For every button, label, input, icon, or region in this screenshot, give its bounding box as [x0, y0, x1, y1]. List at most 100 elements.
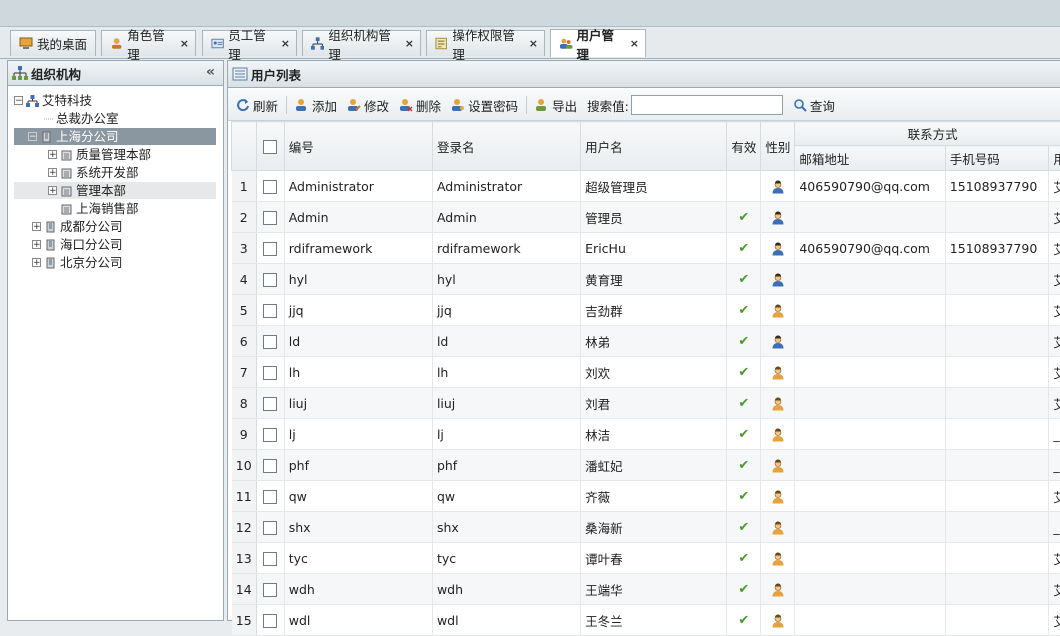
row-select-cell	[256, 574, 284, 605]
tree-toggle-icon[interactable]: −	[14, 96, 23, 105]
export-button[interactable]: 导出	[535, 96, 577, 115]
tree-toggle-icon[interactable]: +	[32, 258, 41, 267]
table-row[interactable]: 11qwqw齐薇✔艾	[232, 481, 1060, 512]
column-header-valid[interactable]: 有效	[727, 122, 761, 171]
table-row[interactable]: 5jjqjjq吉劲群✔艾	[232, 295, 1060, 326]
close-icon[interactable]: ×	[529, 37, 538, 50]
tree-node-chengdu-branch[interactable]: + 成都分公司	[32, 218, 123, 235]
row-checkbox[interactable]	[263, 552, 277, 566]
tree-toggle-icon[interactable]: +	[48, 168, 57, 177]
cell-code: hyl	[284, 264, 432, 295]
tree-node-root[interactable]: − 艾特科技	[14, 92, 92, 109]
tree-toggle-icon[interactable]: +	[48, 186, 57, 195]
delete-user-button[interactable]: 删除	[399, 96, 441, 115]
search-input[interactable]	[631, 95, 783, 115]
cell-login: phf	[432, 450, 580, 481]
cell-valid: ✔	[727, 326, 761, 357]
add-user-button[interactable]: 添加	[295, 96, 337, 115]
tree-node-beijing-branch[interactable]: + 北京分公司	[32, 254, 123, 271]
table-row[interactable]: 13tyctyc谭叶春✔艾	[232, 543, 1060, 574]
tree-toggle-icon[interactable]: +	[32, 222, 41, 231]
close-icon[interactable]: ×	[281, 37, 290, 50]
tree-node-label: 管理本部	[76, 182, 126, 199]
tab-org-management[interactable]: 组织机构管理 ×	[302, 30, 421, 56]
query-button[interactable]: 查询	[793, 96, 835, 115]
male-user-icon	[771, 211, 785, 225]
tree-node-dev-dept[interactable]: + 系统开发部	[48, 164, 139, 181]
row-checkbox[interactable]	[263, 521, 277, 535]
row-checkbox[interactable]	[263, 242, 277, 256]
row-checkbox[interactable]	[263, 180, 277, 194]
search-icon	[793, 98, 807, 112]
row-checkbox[interactable]	[263, 583, 277, 597]
table-row[interactable]: 7lhlh刘欢✔艾	[232, 357, 1060, 388]
table-row[interactable]: 12shxshx桑海新✔_	[232, 512, 1060, 543]
tree-toggle-icon[interactable]: +	[48, 150, 57, 159]
row-checkbox[interactable]	[263, 614, 277, 628]
tree-node-label: 上海分公司	[56, 128, 119, 145]
cell-gender	[761, 543, 795, 574]
tab-role-management[interactable]: 角色管理 ×	[101, 30, 196, 56]
row-checkbox[interactable]	[263, 428, 277, 442]
table-row[interactable]: 2AdminAdmin管理员✔艾	[232, 202, 1060, 233]
edit-user-button[interactable]: 修改	[347, 96, 389, 115]
tree-node-management-dept[interactable]: + 管理本部	[14, 182, 216, 199]
column-header-gender[interactable]: 性别	[761, 122, 795, 171]
row-checkbox[interactable]	[263, 211, 277, 225]
column-header-extra[interactable]: 用	[1049, 146, 1060, 171]
row-checkbox[interactable]	[263, 459, 277, 473]
table-row[interactable]: 4hylhyl黄育理✔艾	[232, 264, 1060, 295]
close-icon[interactable]: ×	[630, 37, 639, 50]
table-row[interactable]: 6ldld林弟✔艾	[232, 326, 1060, 357]
row-checkbox[interactable]	[263, 304, 277, 318]
tab-staff-management[interactable]: 员工管理 ×	[202, 30, 297, 56]
table-row[interactable]: 1AdministratorAdministrator超级管理员40659079…	[232, 171, 1060, 202]
close-icon[interactable]: ×	[180, 37, 189, 50]
tree-toggle-icon[interactable]: −	[28, 132, 37, 141]
building-icon	[44, 221, 57, 233]
close-icon[interactable]: ×	[405, 37, 414, 50]
tree-node-haikou-branch[interactable]: + 海口分公司	[32, 236, 123, 253]
collapse-icon[interactable]: «	[206, 64, 215, 80]
tree-node-quality-dept[interactable]: + 质量管理本部	[48, 146, 151, 163]
tree-toggle-icon[interactable]: +	[32, 240, 41, 249]
cell-extra: 艾	[1049, 171, 1060, 202]
column-header-mobile[interactable]: 手机号码	[945, 146, 1049, 171]
export-user-icon	[535, 98, 549, 112]
refresh-button[interactable]: 刷新	[236, 96, 278, 115]
column-header-username[interactable]: 用户名	[581, 122, 727, 171]
panel-title: 用户列表	[251, 65, 301, 84]
tree-node-label: 上海销售部	[76, 200, 139, 217]
column-header-email[interactable]: 邮箱地址	[795, 146, 945, 171]
cell-code: lj	[284, 419, 432, 450]
tab-desktop[interactable]: 我的桌面	[10, 30, 96, 56]
table-row[interactable]: 9ljlj林洁✔_	[232, 419, 1060, 450]
set-password-button[interactable]: 设置密码	[451, 96, 518, 115]
tree-node-shanghai-sales[interactable]: 上海销售部	[60, 200, 139, 217]
tree-node-shanghai-branch[interactable]: − 上海分公司	[14, 128, 216, 145]
table-row[interactable]: 8liujliuj刘君✔艾	[232, 388, 1060, 419]
table-row[interactable]: 3rdiframeworkrdiframeworkEricHu✔40659079…	[232, 233, 1060, 264]
column-header-login[interactable]: 登录名	[432, 122, 580, 171]
cell-login: hyl	[432, 264, 580, 295]
row-checkbox[interactable]	[263, 335, 277, 349]
table-row[interactable]: 14wdhwdh王端华✔艾	[232, 574, 1060, 605]
row-select-cell	[256, 481, 284, 512]
row-checkbox[interactable]	[263, 397, 277, 411]
row-checkbox[interactable]	[263, 366, 277, 380]
row-checkbox[interactable]	[263, 273, 277, 287]
tab-permission-management[interactable]: 操作权限管理 ×	[426, 30, 545, 56]
table-row[interactable]: 15wdlwdl王冬兰✔艾	[232, 605, 1060, 636]
table-row[interactable]: 10phfphf潘虹妃✔_	[232, 450, 1060, 481]
tree-node-president-office[interactable]: 总裁办公室	[44, 110, 119, 127]
select-all-checkbox[interactable]	[263, 140, 277, 154]
cell-username: 王冬兰	[581, 605, 727, 636]
add-user-icon	[295, 98, 309, 112]
top-banner	[0, 0, 1060, 27]
row-checkbox[interactable]	[263, 490, 277, 504]
tab-user-management[interactable]: 用户管理 ×	[550, 29, 646, 57]
row-select-cell	[256, 543, 284, 574]
column-header-code[interactable]: 编号	[284, 122, 432, 171]
cell-gender	[761, 295, 795, 326]
row-number-header	[232, 122, 257, 171]
